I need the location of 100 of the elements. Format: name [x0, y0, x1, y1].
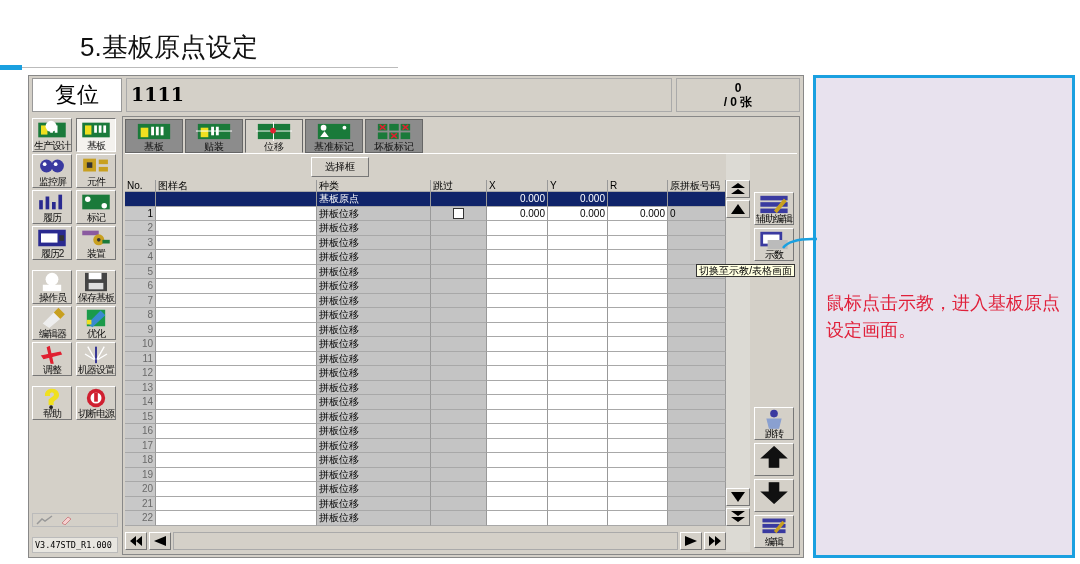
slide-title: 5.基板原点设定 [79, 31, 259, 64]
double-right-arrow-icon [709, 536, 721, 546]
select-frame-button[interactable]: 选择框 [311, 157, 369, 177]
table-cell: 拼板位移 [319, 352, 359, 364]
table-cell: 21 [141, 497, 153, 509]
table-cell: 拼板位移 [319, 294, 359, 306]
previous-page-button[interactable] [149, 532, 171, 550]
sidebar-button[interactable]: 编辑器 [32, 306, 72, 340]
tool-button[interactable]: 编辑 [753, 515, 794, 548]
table-cell: 拼板位移 [319, 425, 359, 436]
table-cell: 基板原点 [319, 193, 359, 204]
callout-text: 鼠标点击示教，进入基板原点设定画面。 [826, 292, 1061, 342]
horizontal-scrollbar[interactable] [173, 532, 678, 550]
down-arrow-icon [731, 492, 745, 502]
table-cell: 拼板位移 [319, 410, 359, 422]
skip-checkbox[interactable] [453, 208, 464, 220]
sidebar-button[interactable]: 优化 [76, 306, 116, 340]
next-page-button[interactable] [680, 532, 702, 550]
table-cell: 拼板位移 [319, 396, 359, 407]
double-up-arrow-icon [731, 183, 745, 195]
table-cell: 17 [141, 439, 153, 451]
board-icon [135, 122, 173, 141]
sidebar-button[interactable]: 监控屏 [32, 154, 72, 188]
sidebar-button[interactable]: 保存基板 [76, 270, 116, 304]
scroll-down-button[interactable] [726, 488, 750, 506]
table-cell: 拼板位移 [319, 512, 359, 523]
sidebar-button[interactable]: 切断电源 [76, 386, 116, 420]
table-cell: 22 [141, 512, 153, 523]
table-row[interactable]: 1 拼板位移 0.000 0.000 0.000 0 [125, 206, 726, 221]
crosshair-icon [255, 122, 293, 141]
table-cell: 拼板位移 [319, 381, 359, 393]
table-cell: 拼板位移 [319, 251, 359, 262]
table-cell: 0.000 [579, 207, 605, 219]
table-cell: 0 [670, 207, 676, 219]
sidebar-button[interactable]: 生产设计 [32, 118, 72, 152]
tool-button[interactable]: 跳转 [753, 407, 794, 440]
sidebar-button[interactable]: 履历2 [32, 226, 72, 260]
sidebar-button[interactable]: 履历 [32, 190, 72, 224]
tab[interactable]: 基板 [125, 119, 183, 153]
board-icon [315, 122, 353, 141]
table-cell: 8 [147, 309, 153, 320]
column-header: R [608, 180, 668, 192]
table-row[interactable]: 基板原点 0.000 0.000 [125, 192, 726, 207]
tool-button[interactable]: 辅助编辑 [753, 192, 794, 225]
tab[interactable]: 基准标记 [305, 119, 363, 153]
eraser-icon [60, 515, 72, 525]
table-cell: 9 [147, 323, 153, 335]
version-label: V3.47STD_R1.000 [32, 537, 118, 553]
tab[interactable]: 贴装 [185, 119, 243, 153]
double-down-arrow-icon [731, 511, 745, 523]
table-cell: 0.000 [519, 207, 545, 219]
sidebar-button[interactable]: 元件 [76, 154, 116, 188]
column-header: X [487, 180, 548, 192]
count-value: 0 [734, 81, 742, 95]
table-cell: 拼板位移 [319, 236, 359, 248]
title-accent-bar [0, 65, 22, 70]
first-page-button[interactable] [125, 532, 147, 550]
tool-button[interactable]: 示数 [753, 228, 794, 261]
count-total: / 0 张 [723, 95, 753, 109]
double-left-arrow-icon [130, 536, 142, 546]
sidebar-button[interactable]: 基板 [76, 118, 116, 152]
table-cell: 18 [141, 454, 153, 465]
table-cell: 拼板位移 [319, 367, 359, 378]
table-cell: 拼板位移 [319, 323, 359, 335]
table-cell: 拼板位移 [319, 309, 359, 320]
column-header: 种类 [317, 180, 431, 192]
table-cell: 16 [141, 425, 153, 436]
move-up-button[interactable] [753, 443, 794, 476]
tab[interactable]: 坏板标记 [365, 119, 423, 153]
table-cell: 拼板位移 [319, 483, 359, 494]
table-cell: 1 [147, 207, 153, 219]
scroll-top-button[interactable] [726, 180, 750, 198]
sidebar-button[interactable]: 帮助 [32, 386, 72, 420]
left-arrow-icon [154, 536, 166, 546]
table-cell: 拼板位移 [319, 265, 359, 277]
table-cell: 11 [142, 352, 153, 364]
move-down-button[interactable] [753, 479, 794, 512]
right-arrow-icon [685, 536, 697, 546]
sidebar-button[interactable]: 操作员 [32, 270, 72, 304]
board-icon [195, 122, 233, 141]
sidebar-button[interactable]: 装置 [76, 226, 116, 260]
sidebar-button[interactable]: 调整 [32, 342, 72, 376]
sidebar-button[interactable]: 标记 [76, 190, 116, 224]
last-page-button[interactable] [704, 532, 726, 550]
table-cell: 7 [147, 294, 153, 306]
table-cell: 14 [141, 396, 153, 407]
table-cell: 拼板位移 [319, 280, 359, 291]
table-cell: 拼板位移 [319, 338, 359, 349]
sidebar-button[interactable]: 机器设置 [76, 342, 116, 376]
table-cell: 0.000 [579, 193, 605, 204]
tab[interactable]: 位移 [245, 119, 303, 153]
table-cell: 2 [147, 222, 153, 233]
column-header: 跳过 [431, 180, 487, 192]
table-cell: 3 [147, 236, 153, 248]
scroll-bottom-button[interactable] [726, 508, 750, 526]
scroll-up-button[interactable] [726, 200, 750, 218]
reset-button[interactable]: 复位 [32, 78, 122, 112]
grid-icon [375, 122, 413, 141]
table-cell: 5 [147, 265, 153, 277]
table-cell: 4 [147, 251, 153, 262]
